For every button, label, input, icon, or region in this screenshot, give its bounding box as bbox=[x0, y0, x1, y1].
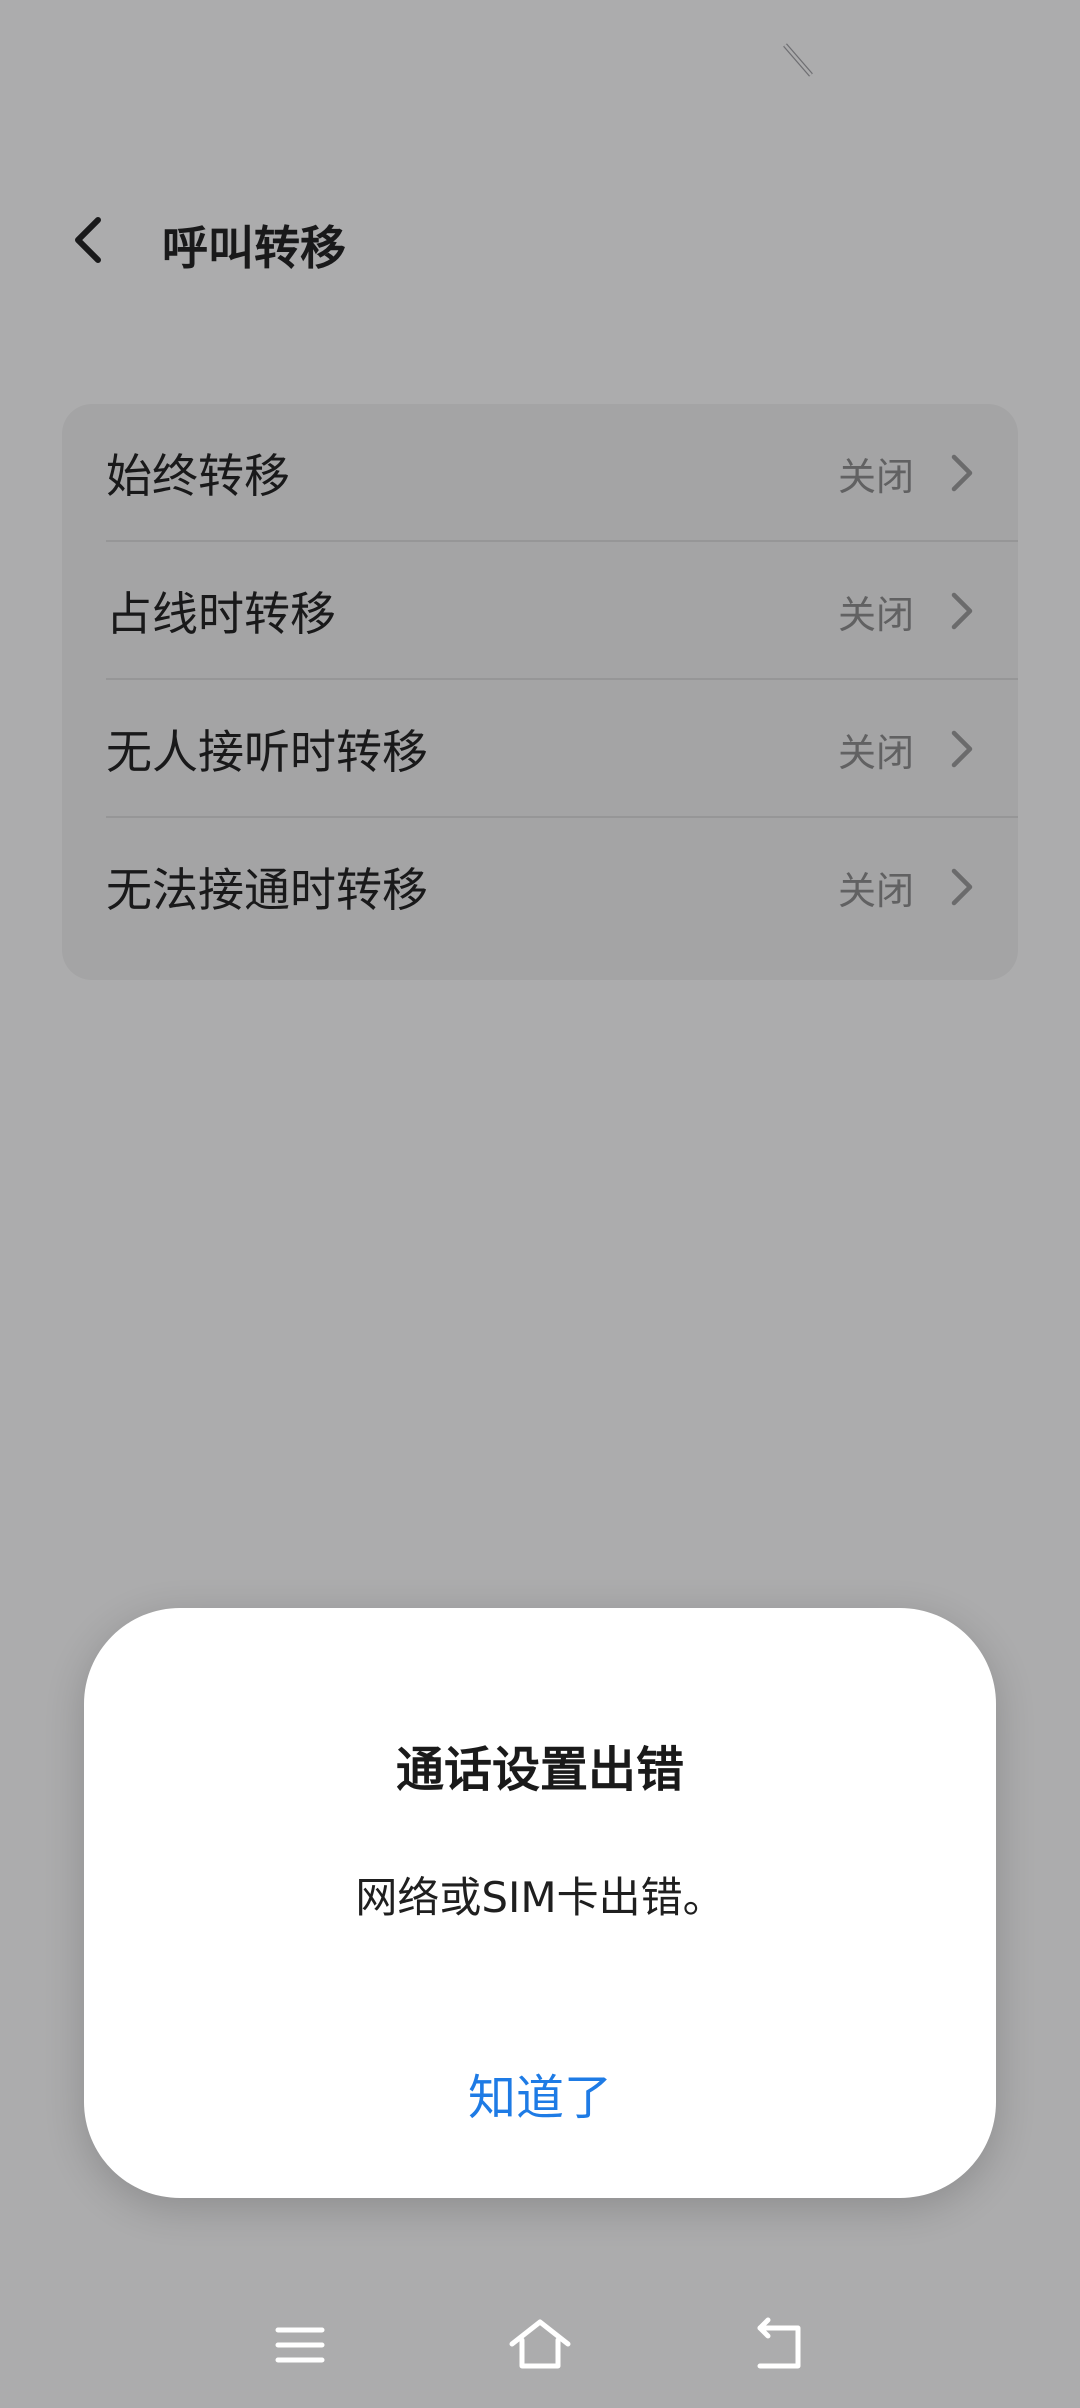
dialog-message: 网络或SIM卡出错。 bbox=[355, 1873, 725, 1922]
dialog-title: 通话设置出错 bbox=[395, 1742, 684, 1798]
menu-icon[interactable] bbox=[260, 2310, 340, 2380]
back-icon[interactable] bbox=[740, 2310, 820, 2380]
acknowledge-button[interactable]: 知道了 bbox=[438, 2048, 642, 2138]
home-icon[interactable] bbox=[500, 2310, 580, 2380]
navigation-bar bbox=[0, 2290, 1080, 2408]
error-dialog: 通话设置出错 网络或SIM卡出错。 知道了 bbox=[84, 1608, 996, 2198]
